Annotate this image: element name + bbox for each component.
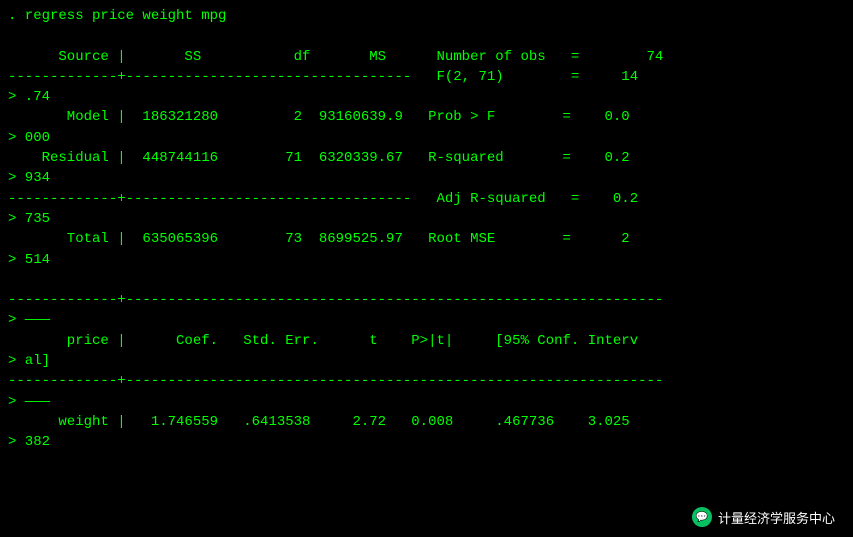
f-cont: > .74 <box>8 87 845 107</box>
blank2 <box>8 270 845 290</box>
weight-line: weight | 1.746559 .6413538 2.72 0.008 .4… <box>8 412 845 432</box>
terminal-window: . regress price weight mpg Source | SS d… <box>0 0 853 537</box>
watermark-text: 计量经济学服务中心 <box>718 508 835 527</box>
watermark-icon: 💬 <box>692 507 712 527</box>
total-line: Total | 635065396 73 8699525.97 Root MSE… <box>8 229 845 249</box>
header-line: Source | SS df MS Number of obs = 74 <box>8 47 845 67</box>
rmse-cont: > 514 <box>8 250 845 270</box>
sep2: -------------+--------------------------… <box>8 189 845 209</box>
sep1: -------------+--------------------------… <box>8 67 845 87</box>
blank1 <box>8 26 845 46</box>
prob-cont: > 000 <box>8 128 845 148</box>
model-line: Model | 186321280 2 93160639.9 Prob > F … <box>8 107 845 127</box>
blank4: > ——— <box>8 392 845 412</box>
price-header: price | Coef. Std. Err. t P>|t| [95% Con… <box>8 331 845 351</box>
sep4: -------------+--------------------------… <box>8 371 845 391</box>
command-line: . regress price weight mpg <box>8 6 845 26</box>
resid-line: Residual | 448744116 71 6320339.67 R-squ… <box>8 148 845 168</box>
rsq-cont: > 934 <box>8 168 845 188</box>
wl-cont: > 382 <box>8 432 845 452</box>
adjrsq-cont: > 735 <box>8 209 845 229</box>
blank3: > ——— <box>8 310 845 330</box>
ph-cont: > al] <box>8 351 845 371</box>
watermark-badge: 💬 计量经济学服务中心 <box>684 503 843 531</box>
sep3: -------------+--------------------------… <box>8 290 845 310</box>
